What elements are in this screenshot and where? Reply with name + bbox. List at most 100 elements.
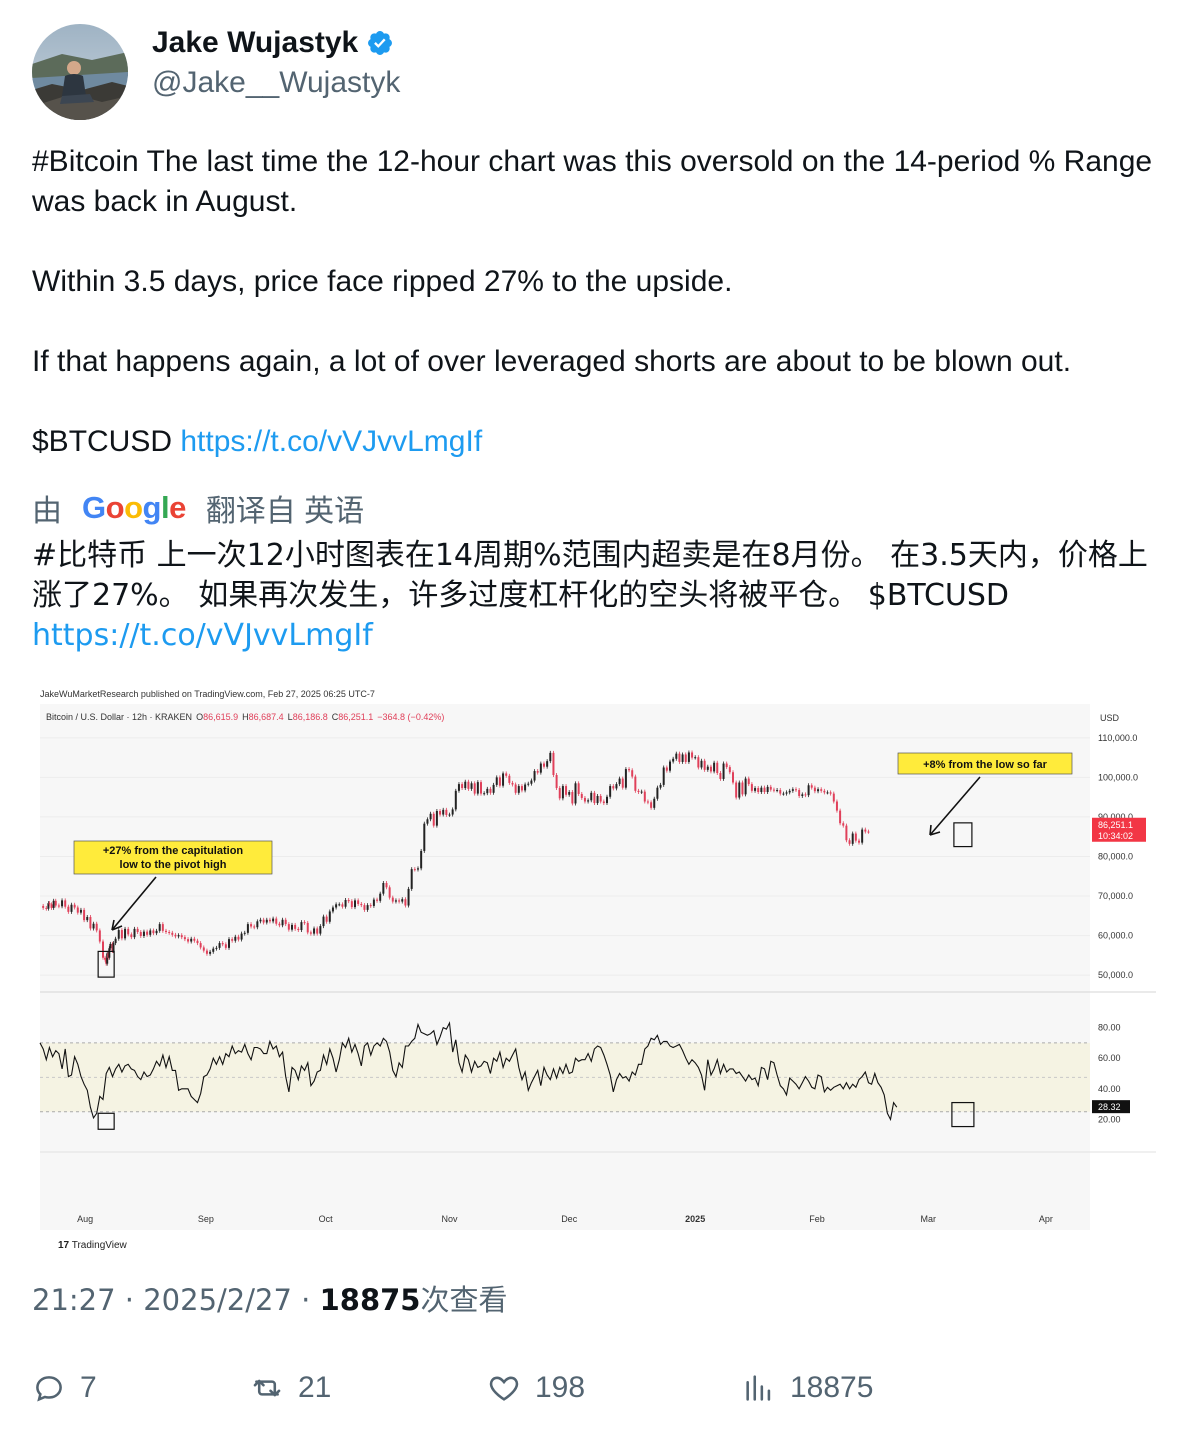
price-candle xyxy=(410,869,413,889)
price-candle xyxy=(354,900,356,908)
price-candle xyxy=(864,829,867,832)
price-candle xyxy=(50,904,53,908)
chart-image[interactable]: JakeWuMarketResearch published on Tradin… xyxy=(32,682,1164,1258)
tweet-link[interactable]: https://t.co/vVJvvLmgIf xyxy=(180,425,482,458)
tradingview-logo: 17 TradingView xyxy=(58,1240,128,1251)
price-candle xyxy=(464,781,467,789)
translation-by: 由 xyxy=(32,495,62,528)
price-candle xyxy=(325,916,328,922)
price-candle xyxy=(234,936,237,941)
price-candle xyxy=(246,924,249,933)
price-candle xyxy=(719,773,722,779)
price-candle xyxy=(313,928,316,934)
price-candle xyxy=(461,784,464,789)
price-candle xyxy=(417,868,419,870)
price-candle xyxy=(483,793,486,795)
price-candle xyxy=(347,899,350,902)
price-candle xyxy=(45,907,48,909)
price-candle xyxy=(511,782,514,785)
price-candle xyxy=(602,801,605,804)
price-candle xyxy=(124,928,127,939)
price-scale-area xyxy=(1090,704,1156,1230)
price-candle xyxy=(344,899,347,907)
reply-button[interactable]: 7 xyxy=(32,1364,97,1412)
price-candle xyxy=(112,943,115,952)
cashtag[interactable]: $BTCUSD xyxy=(32,425,172,458)
price-candle xyxy=(835,801,838,811)
like-button[interactable]: 198 xyxy=(487,1364,585,1412)
translated-link[interactable]: https://t.co/vVJvvLmgIf xyxy=(32,618,373,653)
price-candle xyxy=(240,933,243,940)
price-candle xyxy=(628,769,631,771)
price-candle xyxy=(700,760,703,768)
price-candle xyxy=(360,903,363,906)
price-candle xyxy=(442,809,445,815)
translation-label[interactable]: 翻译自 英语 xyxy=(206,486,364,530)
views-button[interactable]: 18875 xyxy=(742,1364,873,1412)
price-candle xyxy=(401,899,404,902)
price-candle xyxy=(795,789,797,791)
price-candle xyxy=(363,905,366,910)
x-tick-label: Sep xyxy=(198,1214,214,1224)
x-tick-label: Feb xyxy=(809,1214,825,1224)
price-candle xyxy=(451,809,454,815)
price-candle xyxy=(262,919,265,923)
price-candle xyxy=(489,788,492,793)
price-candle xyxy=(533,771,536,781)
price-candle xyxy=(678,753,681,762)
price-candle xyxy=(766,786,769,793)
price-candle xyxy=(662,767,665,785)
price-candle xyxy=(136,928,139,933)
price-candle xyxy=(867,831,870,833)
price-candle xyxy=(851,833,854,844)
price-tick-label: 80,000.0 xyxy=(1098,851,1133,861)
price-candle xyxy=(839,810,842,824)
price-candle xyxy=(631,770,634,777)
price-candle xyxy=(669,761,671,771)
price-candle xyxy=(448,814,451,816)
price-candle xyxy=(643,791,646,802)
author-handle[interactable]: @Jake__Wujastyk xyxy=(152,66,400,100)
price-candle xyxy=(561,786,564,799)
price-candle xyxy=(199,943,202,948)
price-candle xyxy=(300,922,303,931)
price-candle xyxy=(174,934,177,937)
price-candle xyxy=(284,919,287,925)
tweet-meta: 21:27 · 2025/2/27 · 18875次查看 xyxy=(32,1280,508,1320)
price-candle xyxy=(832,793,835,802)
price-candle xyxy=(517,786,520,793)
price-candle xyxy=(120,930,123,939)
price-candle xyxy=(744,778,747,795)
price-candle xyxy=(665,767,668,771)
price-candle xyxy=(89,916,92,929)
price-candle xyxy=(713,762,716,772)
tweet-paragraph: Within 3.5 days, price face ripped 27% t… xyxy=(32,265,733,298)
price-candle xyxy=(842,823,845,826)
price-candle xyxy=(171,932,174,935)
price-candle xyxy=(426,819,429,824)
chart-plot-area xyxy=(40,704,1156,1230)
price-candle xyxy=(294,924,297,929)
reply-count: 7 xyxy=(80,1371,97,1404)
price-candle xyxy=(79,909,82,913)
price-candle xyxy=(508,775,511,783)
author-name[interactable]: Jake Wujastyk xyxy=(152,26,358,60)
price-candle xyxy=(338,904,341,906)
retweet-button[interactable]: 21 xyxy=(250,1364,331,1412)
timestamp[interactable]: 21:27 · 2025/2/27 · xyxy=(32,1283,320,1317)
osc-tick-label: 20.00 xyxy=(1098,1114,1121,1124)
price-candle xyxy=(788,790,791,793)
avatar[interactable] xyxy=(32,24,128,120)
price-candle xyxy=(776,790,779,792)
price-candle xyxy=(672,758,675,762)
price-tick-label: 70,000.0 xyxy=(1098,891,1133,901)
price-candle xyxy=(379,893,382,901)
price-candle xyxy=(306,922,309,933)
countdown-value: 10:34:02 xyxy=(1098,831,1133,841)
price-candle xyxy=(165,930,167,933)
price-candle xyxy=(659,784,662,788)
price-candle xyxy=(394,900,397,902)
price-candle xyxy=(486,788,489,794)
price-candle xyxy=(423,823,426,851)
price-candle xyxy=(372,899,375,906)
